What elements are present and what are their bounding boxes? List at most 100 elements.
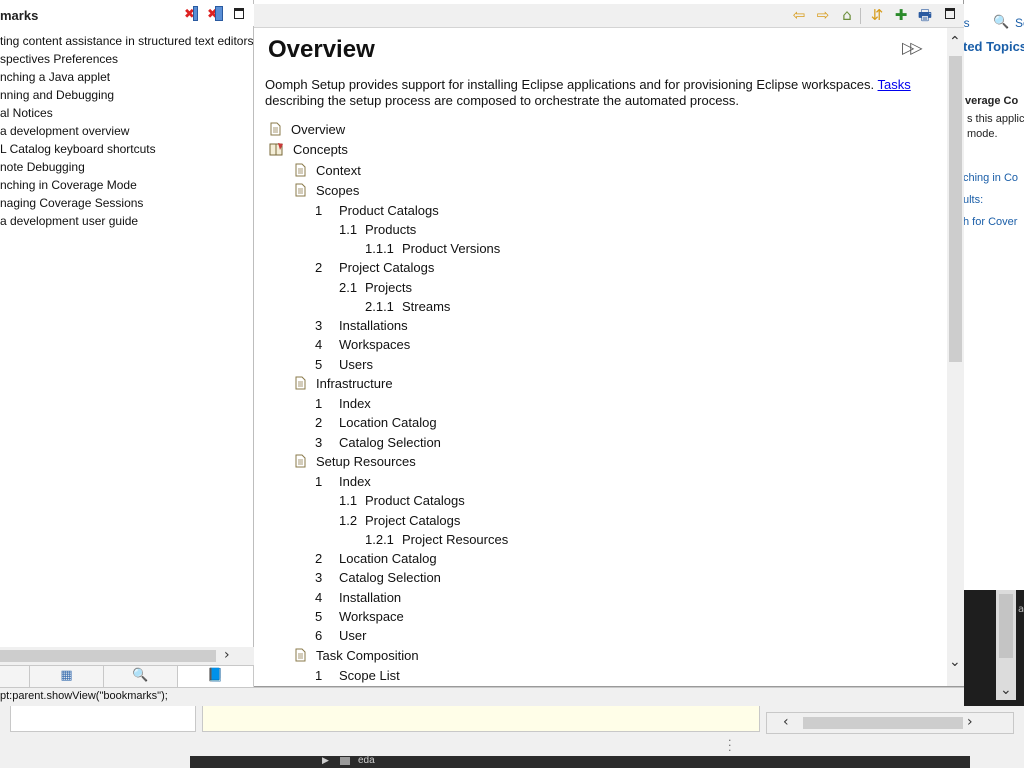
tab-bookmarks[interactable]: 📘 (178, 666, 254, 688)
bookmark-item[interactable]: a development user guide (0, 212, 254, 230)
toc-item[interactable]: 2.1.1 Streams (365, 297, 450, 316)
toc-label: User (339, 628, 367, 643)
bookmark-item[interactable]: note Debugging (0, 158, 254, 176)
resize-grip-icon[interactable]: · · · (728, 735, 732, 756)
bg-link[interactable]: ults: (963, 194, 983, 206)
play-icon[interactable]: ▶ (322, 756, 329, 766)
bookmark-item[interactable]: nching a Java applet (0, 68, 254, 86)
toc-number: 1 (315, 668, 323, 683)
toc-item[interactable]: 3 Installations (315, 316, 408, 335)
bookmark-item[interactable]: spectives Preferences (0, 50, 254, 68)
toc-item[interactable]: 2 Location Catalog (315, 413, 437, 432)
toc-item[interactable]: Scopes (294, 181, 359, 200)
taskbar-label[interactable]: eda (358, 755, 375, 766)
page-title: Overview (268, 36, 375, 63)
help-vertical-scrollbar[interactable]: ⌃ ⌄ (947, 28, 964, 686)
toc-number: 3 (315, 318, 323, 333)
forward-icon[interactable]: ⇨ (812, 5, 834, 25)
toc-item[interactable]: Overview (269, 120, 345, 139)
bookmark-item[interactable]: a development overview (0, 122, 254, 140)
toc-label: Index (339, 474, 371, 489)
bookmark-item[interactable]: nching in Coverage Mode (0, 176, 254, 194)
toc-item[interactable]: Setup Resources (294, 452, 416, 471)
tab-placeholder[interactable] (0, 666, 30, 688)
bookmark-item[interactable]: naging Coverage Sessions (0, 194, 254, 212)
maximize-icon[interactable] (945, 8, 955, 19)
chevron-up-icon[interactable]: ⌃ (949, 34, 961, 50)
toc-label: Scope List (339, 668, 400, 683)
toc-item[interactable]: Infrastructure (294, 374, 393, 393)
taskbar: ▶ eda (190, 755, 970, 768)
home-icon[interactable]: ⌂ (836, 5, 858, 25)
toc-item[interactable]: 1.2 Project Catalogs (339, 511, 460, 530)
toc-item[interactable]: 1 Product Catalogs (315, 201, 439, 220)
toc-number: 1.2 (339, 513, 358, 528)
bookmark-item[interactable]: al Notices (0, 104, 254, 122)
bookmark-item[interactable]: nning and Debugging (0, 86, 254, 104)
scrollbar-thumb[interactable] (949, 56, 962, 362)
tab-index[interactable]: ▦ (30, 666, 104, 688)
toc-number: 1 (315, 203, 323, 218)
toc-item[interactable]: 1.1 Products (339, 220, 416, 239)
toc-item[interactable]: 1 Index (315, 472, 371, 491)
bookmarks-icon (215, 6, 223, 21)
back-icon[interactable]: ⇦ (788, 5, 810, 25)
toc-label: Streams (402, 299, 451, 314)
toc-label: Catalog Selection (339, 435, 441, 450)
toc-label: Task Composition (316, 648, 419, 663)
search-icon[interactable]: 🔍 (993, 15, 1009, 30)
toc-label: Projects (365, 280, 412, 295)
toc-number: 6 (315, 628, 323, 643)
toc-item[interactable]: 1.1.1 Product Versions (365, 239, 500, 258)
toc-item[interactable]: 5 Workspace (315, 607, 404, 626)
toc-label: Project Resources (402, 532, 509, 547)
toc-item[interactable]: 1 Scope List (315, 666, 400, 685)
bg-text-line: mode. (967, 128, 998, 140)
toc-label: Project Catalogs (365, 513, 461, 528)
bg-input-cell-highlight[interactable] (202, 706, 760, 732)
toc-item[interactable]: 4 Workspaces (315, 335, 410, 354)
tasks-link[interactable]: Tasks (878, 77, 911, 92)
bg-horizontal-scrollbar[interactable]: ‹ › (766, 712, 1014, 734)
bookmark-item[interactable]: ting content assistance in structured te… (0, 32, 254, 50)
bg-search-link[interactable]: Se (1015, 16, 1024, 30)
show-in-toc-icon[interactable]: ⇵ (866, 5, 888, 25)
chevron-right-icon[interactable]: › (967, 714, 973, 730)
toc-item[interactable]: 5 Users (315, 355, 373, 374)
toc-item[interactable]: Context (294, 161, 361, 180)
toc-item[interactable]: 1.1 Product Catalogs (339, 491, 465, 510)
toolbar-separator (860, 8, 861, 24)
bookmark-document-icon[interactable]: ✚ (890, 5, 912, 25)
chevron-left-icon[interactable]: ‹ (783, 714, 789, 730)
toc-item[interactable]: 1 Index (315, 394, 371, 413)
toc-item[interactable]: 3 Catalog Selection (315, 568, 441, 587)
toc-number: 1 (315, 474, 323, 489)
chevron-down-icon[interactable]: ⌄ (1000, 682, 1012, 698)
search-icon: 🔍 (132, 668, 149, 683)
toc-item[interactable]: 6 User (315, 626, 366, 645)
intro-text-after: describing the setup process are compose… (265, 93, 740, 108)
toc-item[interactable]: 2.1 Projects (339, 278, 412, 297)
toc-item[interactable]: 1.2.1 Project Resources (365, 530, 508, 549)
toc-item[interactable]: 4 Installation (315, 588, 401, 607)
toc-item[interactable]: 2 Project Catalogs (315, 258, 434, 277)
bg-coverage-heading: verage Co (965, 95, 1019, 107)
toc-item[interactable]: 2 Location Catalog (315, 549, 437, 568)
toc-label: Catalog Selection (339, 570, 441, 585)
chevron-down-icon[interactable]: ⌄ (949, 654, 961, 670)
fast-forward-icon[interactable]: ▷▷ (902, 38, 923, 57)
toc-item[interactable]: 3 Catalog Selection (315, 433, 441, 452)
bg-link[interactable]: h for Cover (963, 216, 1017, 228)
toc-label: Index (339, 396, 371, 411)
maximize-icon[interactable] (234, 8, 244, 19)
bookmark-item[interactable]: L Catalog keyboard shortcuts (0, 140, 254, 158)
chevron-right-icon[interactable]: › (224, 647, 230, 663)
toc-item[interactable]: Task Composition (294, 646, 419, 665)
bg-link[interactable]: ching in Co (963, 172, 1018, 184)
toc-item[interactable]: Concepts (269, 140, 348, 159)
tab-search[interactable]: 🔍 (104, 666, 178, 688)
bookmarks-horizontal-scrollbar[interactable]: › (0, 647, 254, 665)
print-icon[interactable]: 🖶 (914, 5, 936, 25)
bg-input-cell[interactable] (10, 706, 196, 732)
document-icon (294, 454, 307, 468)
